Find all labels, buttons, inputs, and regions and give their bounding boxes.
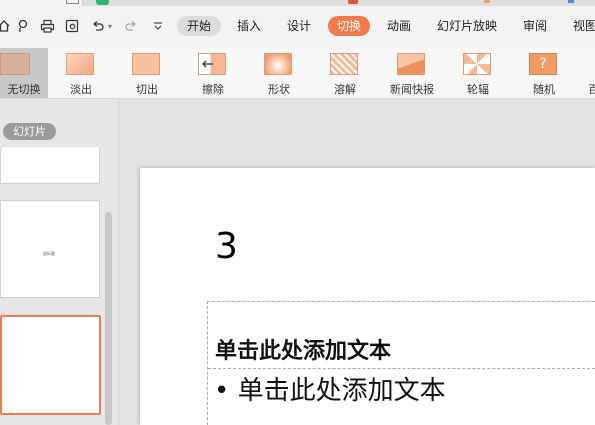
home-icon[interactable]	[0, 18, 12, 34]
effect-random[interactable]: ? 随机	[521, 48, 567, 98]
tab-view[interactable]: 视图	[568, 16, 595, 36]
shape-icon	[264, 53, 292, 75]
undo-icon[interactable]	[90, 18, 106, 34]
transition-gallery: 无切换 淡出 切出 擦除 形状 溶解 新闻快报 轮辐 ? 随机 百	[0, 48, 595, 99]
redo-icon[interactable]	[123, 18, 139, 34]
dissolve-icon	[330, 53, 358, 75]
tab-design[interactable]: 设计	[282, 16, 316, 36]
share-icon[interactable]	[15, 18, 31, 34]
effect-cut[interactable]: 切出	[124, 48, 170, 98]
placeholder-heading[interactable]: 单击此处添加文本	[215, 333, 391, 365]
tab-review[interactable]: 审阅	[518, 16, 552, 36]
fade-icon	[66, 53, 94, 75]
no-transition-icon	[0, 53, 30, 75]
effect-newsflash[interactable]: 新闻快报	[385, 48, 439, 98]
newsflash-icon	[397, 53, 425, 75]
customize-icon[interactable]	[150, 18, 166, 34]
undo-dropdown-icon[interactable]: ▾	[105, 18, 115, 34]
effect-label: 百	[588, 83, 595, 96]
random-icon: ?	[529, 53, 557, 75]
presentation-tab-icon[interactable]	[348, 0, 358, 4]
placeholder-bullet[interactable]: • 单击此处添加文本	[214, 370, 446, 407]
effect-label: 轮辐	[467, 83, 489, 96]
tab-animation[interactable]: 动画	[382, 16, 416, 36]
placeholder-guide	[208, 368, 595, 369]
effect-shape[interactable]: 形状	[256, 48, 302, 98]
tab-close-icon[interactable]	[66, 0, 79, 4]
wheel-icon	[463, 53, 491, 75]
menu-bar: ▾ 开始 插入 设计 切换 动画 幻灯片放映 审阅 视图	[0, 6, 595, 48]
effect-dissolve[interactable]: 溶解	[322, 48, 368, 98]
spreadsheet-tab-icon[interactable]	[96, 0, 109, 5]
slides-panel-scrollbar[interactable]	[105, 212, 112, 425]
effect-label: 溶解	[334, 83, 356, 96]
slide-thumbnail-1[interactable]	[0, 147, 100, 184]
thumbnail-text: 副标题	[43, 251, 55, 256]
tab-indicator-icon	[568, 0, 574, 3]
wipe-icon	[198, 53, 226, 75]
cut-icon	[132, 53, 160, 75]
tab-insert[interactable]: 插入	[232, 16, 266, 36]
effect-label: 形状	[268, 83, 290, 96]
tab-indicator-icon	[484, 0, 490, 3]
slides-panel-label: 幻灯片	[3, 123, 56, 140]
effect-blinds[interactable]: 百	[582, 48, 595, 98]
print-icon[interactable]	[39, 18, 55, 34]
effect-fade[interactable]: 淡出	[58, 48, 104, 98]
effect-label: 无切换	[7, 83, 41, 96]
slide-title[interactable]: 3	[215, 226, 238, 267]
tab-transitions[interactable]: 切换	[328, 16, 370, 36]
effect-label: 随机	[533, 83, 555, 96]
tab-slideshow[interactable]: 幻灯片放映	[434, 16, 500, 36]
slide-thumbnail-2[interactable]: 副标题	[0, 200, 100, 298]
slide-thumbnail-3[interactable]	[0, 315, 101, 415]
effect-label: 新闻快报	[390, 83, 434, 96]
effect-wheel[interactable]: 轮辐	[455, 48, 501, 98]
effect-label: 擦除	[202, 83, 224, 96]
effect-none[interactable]: 无切换	[0, 48, 48, 98]
effect-label: 淡出	[70, 83, 92, 96]
preview-icon[interactable]	[64, 18, 80, 34]
effect-wipe[interactable]: 擦除	[190, 48, 236, 98]
effect-label: 切出	[136, 83, 158, 96]
tab-home[interactable]: 开始	[177, 16, 221, 36]
